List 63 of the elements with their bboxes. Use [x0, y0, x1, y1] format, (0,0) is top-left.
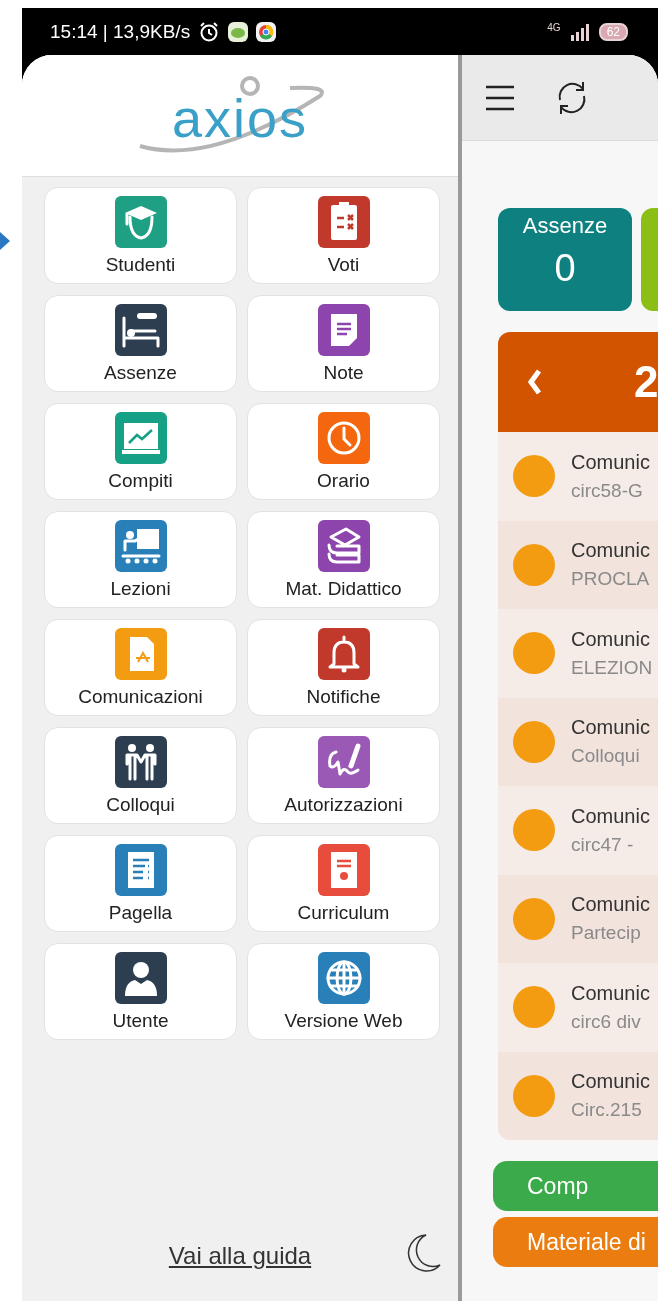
menu-tile[interactable]: Voti	[247, 187, 440, 284]
item-title: Comunic	[571, 981, 650, 1005]
menu-tile[interactable]: Note	[247, 295, 440, 392]
item-title: Comunic	[571, 539, 650, 563]
menu-tile[interactable]: Autorizzazioni	[247, 727, 440, 824]
logo: axios	[130, 75, 350, 156]
item-title: Comunic	[571, 1070, 650, 1094]
item-title: Comunic	[571, 450, 650, 474]
signal-icon	[568, 22, 591, 41]
communication-item[interactable]: Comunic circ47 -	[498, 786, 658, 875]
period-number: 2	[634, 357, 658, 407]
menu-tile[interactable]: Orario	[247, 403, 440, 500]
menu-tile[interactable]: Mat. Didattico	[247, 511, 440, 608]
guide-link[interactable]: Vai alla guida	[168, 1242, 312, 1270]
communication-item[interactable]: Comunic Partecip	[498, 874, 658, 963]
battery-level: 62	[598, 22, 628, 41]
item-title: Comunic	[571, 627, 651, 651]
status-dot	[513, 455, 555, 498]
item-title: Comunic	[571, 716, 650, 740]
status-dot	[513, 986, 555, 1029]
status-dot	[513, 897, 555, 940]
status-dot	[513, 543, 555, 586]
item-title: Comunic	[571, 804, 650, 828]
stat-tile[interactable]: Assenze 0	[498, 208, 632, 311]
communication-item[interactable]: Comunic circ6 div	[498, 963, 658, 1052]
menu-tile[interactable]: Compiti	[44, 403, 237, 500]
menu-tile[interactable]: Versione Web	[247, 943, 440, 1040]
status-dot	[513, 632, 555, 675]
network-label: 4G	[547, 22, 561, 33]
status-time: 15:14 | 13,9KB/s	[50, 20, 191, 43]
item-subtitle: circ58-G	[571, 479, 644, 502]
menu-tile[interactable]: Pagella	[44, 835, 237, 932]
item-subtitle: Partecip	[571, 922, 642, 945]
menu-tile[interactable]: Assenze	[44, 295, 237, 392]
communication-item[interactable]: Comunic Colloqui	[498, 697, 658, 786]
item-subtitle: circ6 div	[571, 1010, 642, 1033]
status-dot	[513, 720, 555, 763]
menu-tile[interactable]: Notifiche	[247, 619, 440, 716]
menu-tile[interactable]: Colloqui	[44, 727, 237, 824]
communication-item[interactable]: Comunic PROCLA	[498, 520, 658, 609]
item-subtitle: Colloqui	[571, 745, 641, 768]
menu-tile[interactable]: Curriculum	[247, 835, 440, 932]
communication-item[interactable]: Comunic ELEZION	[498, 609, 658, 698]
stat-label: Assenze	[522, 213, 608, 239]
item-subtitle: ELEZION	[571, 656, 653, 679]
menu-tile[interactable]: Lezioni	[44, 511, 237, 608]
chevron-right-icon	[0, 232, 10, 250]
item-subtitle: circ47 -	[571, 833, 635, 856]
item-subtitle: Circ.215	[571, 1099, 643, 1122]
menu-tile[interactable]: Comunicazioni	[44, 619, 237, 716]
app-icon	[228, 21, 249, 42]
communication-item[interactable]: Comunic circ58-G	[498, 432, 658, 521]
menu-icon[interactable]	[484, 84, 516, 111]
status-dot	[513, 809, 555, 852]
menu-tile[interactable]: Utente	[44, 943, 237, 1040]
previous-icon[interactable]	[528, 369, 542, 395]
menu-tile[interactable]: Studenti	[44, 187, 237, 284]
item-title: Comunic	[571, 893, 650, 917]
status-dot	[513, 1074, 555, 1117]
browser-icon	[256, 21, 277, 42]
communication-item[interactable]: Comunic Circ.215	[498, 1051, 658, 1140]
stat-value: 0	[554, 247, 576, 290]
item-subtitle: PROCLA	[571, 568, 650, 591]
